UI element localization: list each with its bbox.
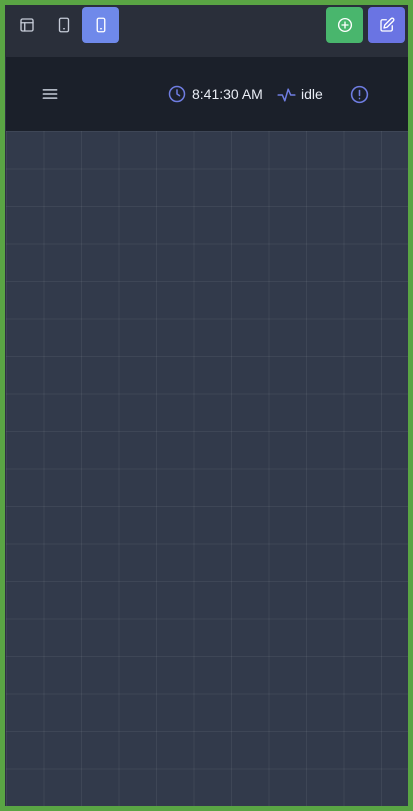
alert-circle-icon[interactable] xyxy=(349,84,370,105)
edit-icon xyxy=(379,17,394,32)
device-toolbar xyxy=(5,5,408,57)
hamburger-menu-icon xyxy=(42,89,58,99)
status-label: idle xyxy=(301,86,323,102)
plus-circle-icon xyxy=(337,17,352,33)
mobile-icon xyxy=(96,17,105,33)
edit-button[interactable] xyxy=(368,7,405,43)
canvas-grid[interactable] xyxy=(6,131,408,806)
layout-view-button[interactable] xyxy=(8,7,45,43)
add-button[interactable] xyxy=(326,7,363,43)
menu-button[interactable] xyxy=(39,83,61,105)
activity-icon xyxy=(277,88,296,102)
tablet-view-button[interactable] xyxy=(45,7,82,43)
app-header: 8:41:30 AM idle xyxy=(6,57,408,131)
mobile-view-button[interactable] xyxy=(82,7,119,43)
tablet-icon xyxy=(58,17,69,33)
clock-icon xyxy=(168,85,186,103)
app-frame: 8:41:30 AM idle xyxy=(0,0,413,811)
current-time: 8:41:30 AM xyxy=(192,86,263,102)
layout-icon xyxy=(19,18,34,32)
app-window: 8:41:30 AM idle xyxy=(5,5,408,806)
